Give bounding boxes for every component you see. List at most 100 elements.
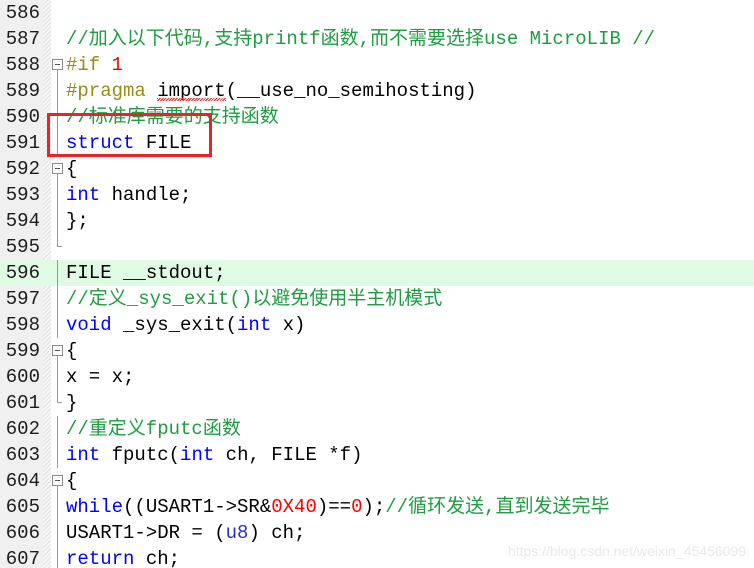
code-token: 0X40 (271, 496, 317, 518)
code-line[interactable]: 596 FILE __stdout; (0, 260, 754, 286)
code-token: fputc( (100, 444, 181, 466)
code-line[interactable]: 605 while((USART1->SR&0X40)==0);//循环发送,直… (0, 494, 754, 520)
fold-end-marker-icon (51, 390, 64, 416)
fold-toggle-icon[interactable] (51, 468, 64, 494)
line-number: 597 (5, 288, 40, 310)
fold-guide-line (51, 364, 64, 390)
code-text: void _sys_exit(int x) (66, 312, 305, 338)
code-text: int fputc(int ch, FILE *f) (66, 442, 363, 468)
line-number: 594 (5, 210, 40, 232)
code-line[interactable]: 603 int fputc(int ch, FILE *f) (0, 442, 754, 468)
code-line[interactable]: 600 x = x; (0, 364, 754, 390)
code-token: int (66, 184, 101, 206)
code-token: ((USART1->SR& (123, 496, 272, 518)
code-line[interactable]: 595 (0, 234, 754, 260)
code-line[interactable]: 592 { (0, 156, 754, 182)
fold-guide-line (51, 442, 64, 468)
code-token: ) ch; (248, 522, 306, 544)
code-text: int handle; (66, 182, 191, 208)
fold-guide-line (51, 78, 64, 104)
spell-error-token: import (157, 80, 227, 102)
fold-guide-line (51, 546, 64, 568)
code-editor-viewport[interactable]: 586 587 //加入以下代码,支持printf函数,而不需要选择use Micr… (0, 0, 754, 568)
code-line[interactable]: 599 { (0, 338, 754, 364)
watermark-text: https://blog.csdn.net/weixin_45456099 (507, 543, 746, 559)
line-number: 601 (5, 392, 40, 414)
fold-toggle-icon[interactable] (51, 52, 64, 78)
code-text: #pragma import(__use_no_semihosting) (66, 78, 476, 104)
code-text: FILE __stdout; (66, 260, 226, 286)
code-token: while (66, 496, 124, 518)
fold-guide-line (51, 286, 64, 312)
line-number: 602 (5, 418, 40, 440)
code-token: struct (66, 132, 135, 154)
line-number: 599 (5, 340, 40, 362)
fold-guide-line (51, 104, 64, 130)
fold-guide-line (51, 312, 64, 338)
code-line-list: 586 587 //加入以下代码,支持printf函数,而不需要选择use Micr… (0, 0, 754, 568)
code-text: return ch; (66, 546, 180, 568)
code-token: #pragma (66, 80, 158, 102)
code-line[interactable]: 597 //定义_sys_exit()以避免使用半主机模式 (0, 286, 754, 312)
fold-gutter-empty (51, 26, 64, 52)
line-number: 595 (5, 236, 40, 258)
code-text: { (66, 468, 77, 494)
code-line[interactable]: 589 #pragma import(__use_no_semihosting) (0, 78, 754, 104)
fold-guide-line (51, 130, 64, 156)
code-line[interactable]: 602 //重定义fputc函数 (0, 416, 754, 442)
code-text: //重定义fputc函数 (66, 416, 241, 442)
code-text: //加入以下代码,支持printf函数,而不需要选择use MicroLIB /… (66, 26, 655, 52)
line-number: 593 (5, 184, 40, 206)
code-token: //标准库需要的支持函数 (66, 106, 279, 128)
fold-guide-line (51, 260, 64, 286)
code-line[interactable]: 591 struct FILE (0, 130, 754, 156)
code-token: int (66, 444, 101, 466)
code-line[interactable]: 593 int handle; (0, 182, 754, 208)
line-number: 587 (5, 28, 40, 50)
fold-toggle-icon[interactable] (51, 338, 64, 364)
line-number: 591 (5, 132, 40, 154)
code-token: //重定义fputc函数 (66, 418, 241, 440)
line-number: 607 (5, 548, 40, 568)
code-token: int (237, 314, 272, 336)
code-text: } (66, 390, 77, 416)
code-line[interactable]: 604 { (0, 468, 754, 494)
code-token: 0 (351, 496, 363, 518)
code-token: //循环发送,直到发送完毕 (385, 496, 610, 518)
code-line[interactable]: 588 #if 1 (0, 52, 754, 78)
code-token: int (180, 444, 215, 466)
code-line[interactable]: 590 //标准库需要的支持函数 (0, 104, 754, 130)
line-number: 600 (5, 366, 40, 388)
fold-guide-line (51, 182, 64, 208)
code-line[interactable]: 586 (0, 0, 754, 26)
code-token: ch; (134, 548, 181, 568)
line-number: 589 (5, 80, 40, 102)
code-token: } (66, 392, 78, 414)
code-line[interactable]: 594}; (0, 208, 754, 234)
code-token: handle; (100, 184, 192, 206)
fold-gutter-empty (51, 0, 64, 26)
code-line[interactable]: 587 //加入以下代码,支持printf函数,而不需要选择use MicroLI… (0, 26, 754, 52)
fold-guide-line (51, 520, 64, 546)
fold-end-marker-icon (51, 234, 64, 260)
line-number: 590 (5, 106, 40, 128)
line-number: 605 (5, 496, 40, 518)
code-line[interactable]: 601} (0, 390, 754, 416)
line-number: 586 (5, 2, 40, 24)
code-token: //定义_sys_exit()以避免使用半主机模式 (66, 288, 443, 310)
code-token: u8 (225, 522, 249, 544)
code-text: //标准库需要的支持函数 (66, 104, 279, 130)
code-token: }; (66, 210, 89, 232)
line-number: 598 (5, 314, 40, 336)
code-line[interactable]: 598 void _sys_exit(int x) (0, 312, 754, 338)
code-text: { (66, 338, 77, 364)
code-token: )== (316, 496, 352, 518)
code-token: void (66, 314, 112, 336)
line-number: 592 (5, 158, 40, 180)
code-token: x = x; (66, 366, 135, 388)
fold-toggle-icon[interactable] (51, 156, 64, 182)
fold-guide-line (51, 208, 64, 234)
line-number: 603 (5, 444, 40, 466)
code-text: #if 1 (66, 52, 123, 78)
code-token: USART1->DR = ( (66, 522, 226, 544)
